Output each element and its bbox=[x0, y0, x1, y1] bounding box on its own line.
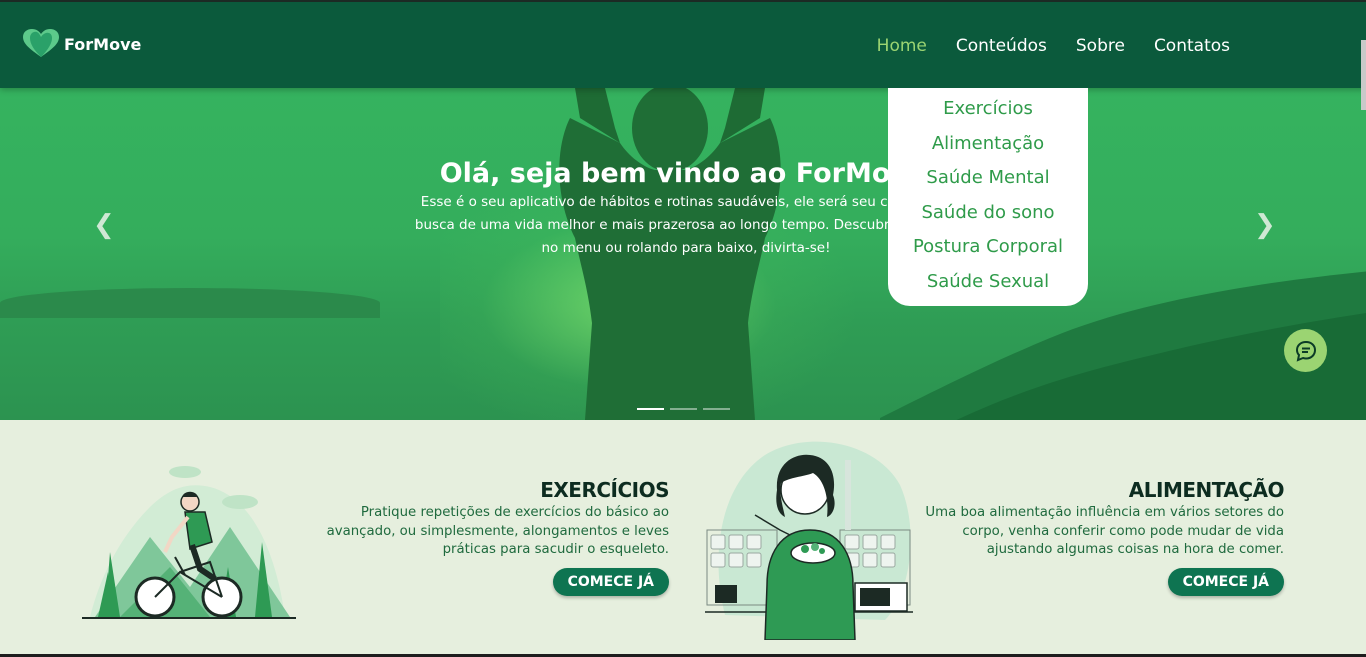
nutrition-description: Uma boa alimentação influência em vários… bbox=[920, 504, 1284, 560]
hero-title: Olá, seja bem vindo ao ForMove bbox=[439, 158, 927, 189]
carousel-indicator-2[interactable] bbox=[670, 408, 697, 410]
nutrition-text-line: ajustando algumas coisas na hora de come… bbox=[986, 542, 1284, 557]
dropdown-item-alimentacao[interactable]: Alimentação bbox=[888, 131, 1088, 166]
chat-button[interactable] bbox=[1284, 329, 1327, 372]
exercise-title: EXERCÍCIOS bbox=[540, 478, 669, 502]
nutrition-text-line: corpo, venha conferir como pode mudar de… bbox=[962, 523, 1284, 539]
carousel-indicators bbox=[637, 408, 730, 410]
carousel-indicator-1[interactable] bbox=[637, 408, 664, 410]
chat-icon bbox=[1295, 340, 1316, 362]
nutrition-text-line: Uma boa alimentação influência em vários… bbox=[925, 505, 1284, 520]
dropdown-item-saude-do-sono[interactable]: Saúde do sono bbox=[888, 200, 1088, 235]
dropdown-item-exercicios[interactable]: Exercícios bbox=[888, 96, 1088, 131]
chevron-right-icon[interactable]: ❯ bbox=[1254, 210, 1276, 240]
dropdown-item-saude-sexual[interactable]: Saúde Sexual bbox=[888, 269, 1088, 304]
dropdown-item-saude-mental[interactable]: Saúde Mental bbox=[888, 165, 1088, 200]
exercise-start-button[interactable]: COMECE JÁ bbox=[552, 567, 669, 596]
chevron-left-icon[interactable]: ❮ bbox=[93, 210, 115, 240]
scrollbar[interactable] bbox=[1361, 40, 1366, 110]
nav-contatos[interactable]: Contatos bbox=[1154, 36, 1230, 56]
nutrition-title: ALIMENTAÇÃO bbox=[1128, 478, 1285, 502]
exercise-description: Pratique repetições de exercícios do bás… bbox=[320, 504, 669, 560]
brand-logo[interactable]: ForMove bbox=[22, 29, 141, 59]
exercise-text-line: Pratique repetições de exercícios do bás… bbox=[360, 505, 669, 520]
features-section: EXERCÍCIOS Pratique repetições de exercí… bbox=[0, 420, 1366, 657]
exercise-card: EXERCÍCIOS Pratique repetições de exercí… bbox=[320, 478, 670, 596]
main-nav: Home Conteúdos Sobre Contatos bbox=[877, 36, 1230, 56]
nutrition-card: ALIMENTAÇÃO Uma boa alimentação influênc… bbox=[920, 478, 1285, 596]
dropdown-item-postura-corporal[interactable]: Postura Corporal bbox=[888, 234, 1088, 269]
hero-carousel: Olá, seja bem vindo ao ForMove Esse é o … bbox=[0, 88, 1366, 420]
cyclist-illustration bbox=[82, 466, 296, 619]
exercise-text-line: práticas para sacudir o esqueleto. bbox=[442, 542, 669, 557]
heart-logo-icon bbox=[23, 29, 59, 57]
brand-name: ForMove bbox=[64, 34, 142, 54]
distant-hills bbox=[0, 288, 380, 318]
nav-home[interactable]: Home bbox=[877, 36, 927, 56]
nav-sobre[interactable]: Sobre bbox=[1076, 36, 1125, 56]
nutrition-start-button[interactable]: COMECE JÁ bbox=[1167, 567, 1284, 596]
conteudos-dropdown: Exercícios Alimentação Saúde Mental Saúd… bbox=[888, 88, 1088, 306]
carousel-indicator-3[interactable] bbox=[703, 408, 730, 410]
woman-eating-salad-illustration bbox=[705, 441, 913, 640]
exercise-text-line: avançado, ou simplesmente, alongamentos … bbox=[326, 523, 669, 539]
top-navbar: ForMove Home Conteúdos Sobre Contatos bbox=[0, 0, 1366, 88]
nav-conteudos[interactable]: Conteúdos bbox=[956, 36, 1047, 56]
